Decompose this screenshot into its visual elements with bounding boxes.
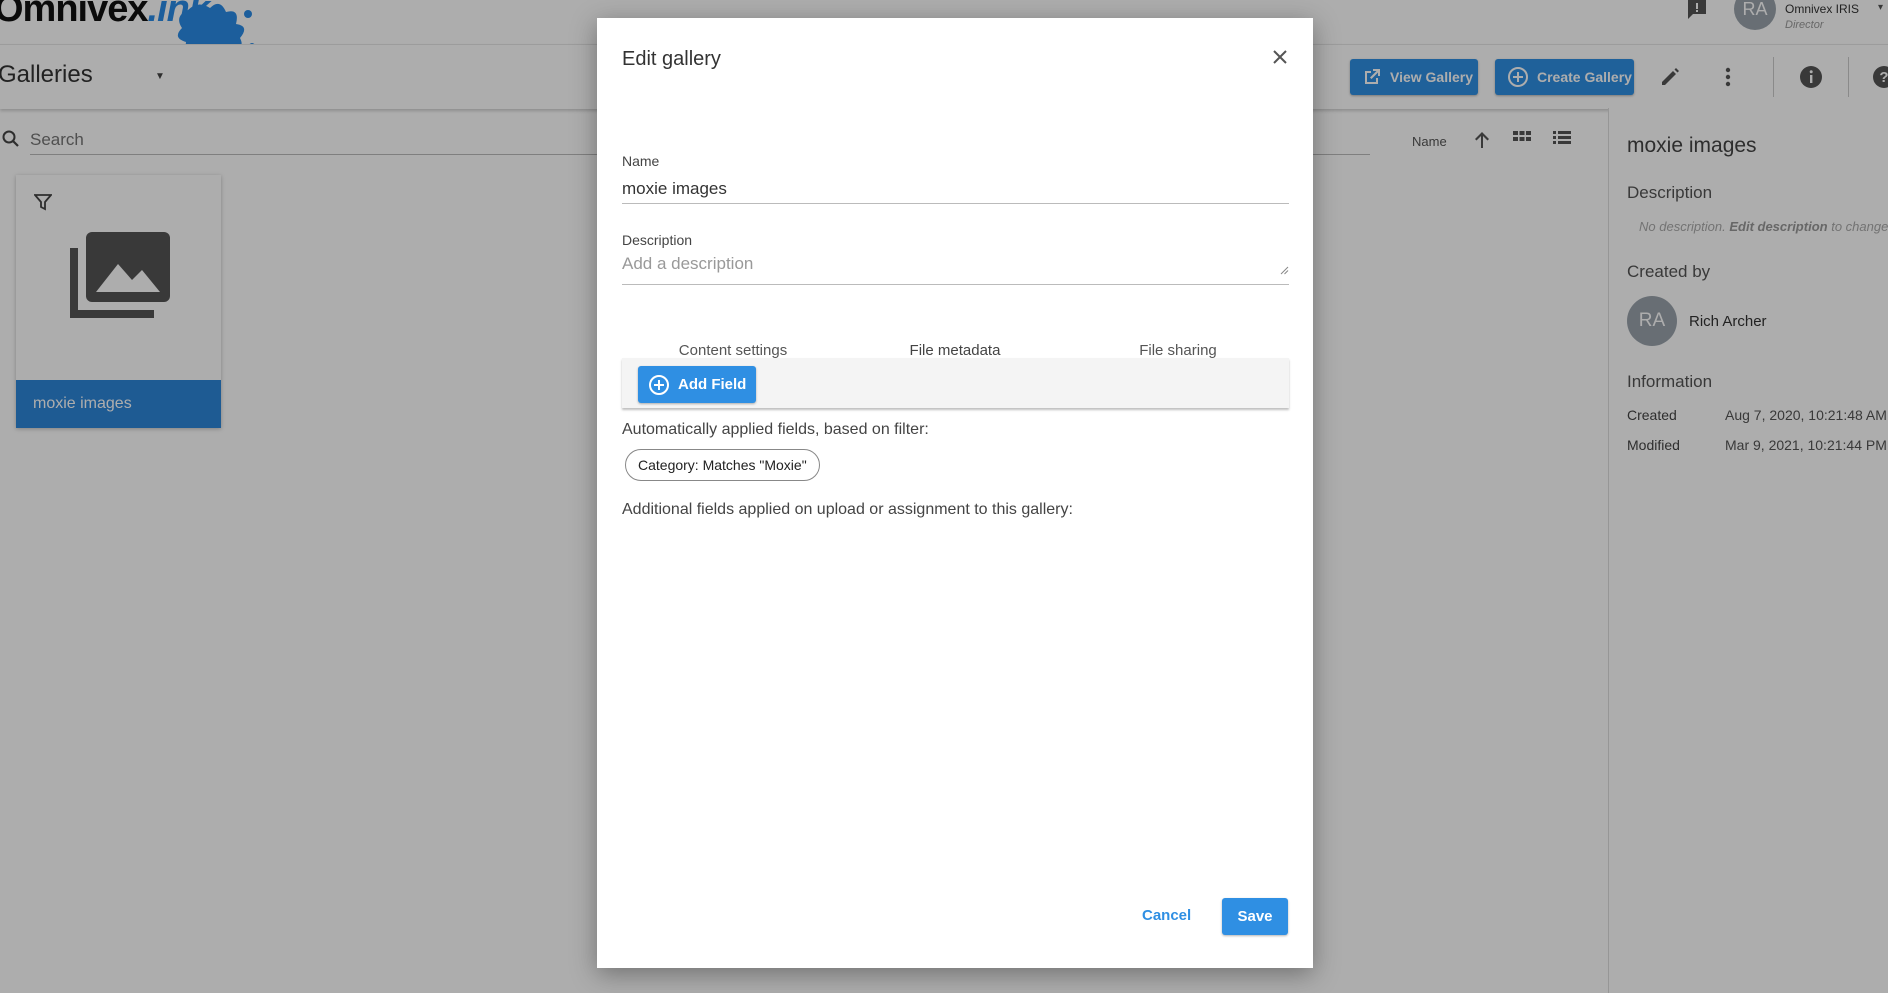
description-label: Description (622, 232, 693, 248)
description-field[interactable] (622, 254, 1289, 285)
close-icon[interactable] (1267, 44, 1293, 70)
dialog-title: Edit gallery (622, 48, 721, 70)
cancel-button[interactable]: Cancel (1142, 907, 1191, 924)
filter-chip: Category: Matches "Moxie" (625, 449, 820, 481)
resize-handle-icon[interactable] (1280, 266, 1289, 275)
edit-gallery-dialog: Edit gallery Name Description Content se… (597, 18, 1313, 968)
add-field-label: Add Field (678, 376, 747, 393)
add-field-button[interactable]: Add Field (638, 366, 757, 403)
add-circle-icon (649, 374, 669, 395)
name-field[interactable] (622, 175, 1289, 204)
app-root: Omnivex.ink RA Omnivex IRIS Director ▾ G… (0, 0, 1888, 993)
auto-fields-text: Automatically applied fields, based on f… (622, 421, 929, 438)
additional-fields-text: Additional fields applied on upload or a… (622, 501, 1073, 518)
save-button[interactable]: Save (1222, 898, 1288, 935)
name-label: Name (622, 153, 660, 169)
field-toolbar: Add Field (622, 358, 1289, 408)
